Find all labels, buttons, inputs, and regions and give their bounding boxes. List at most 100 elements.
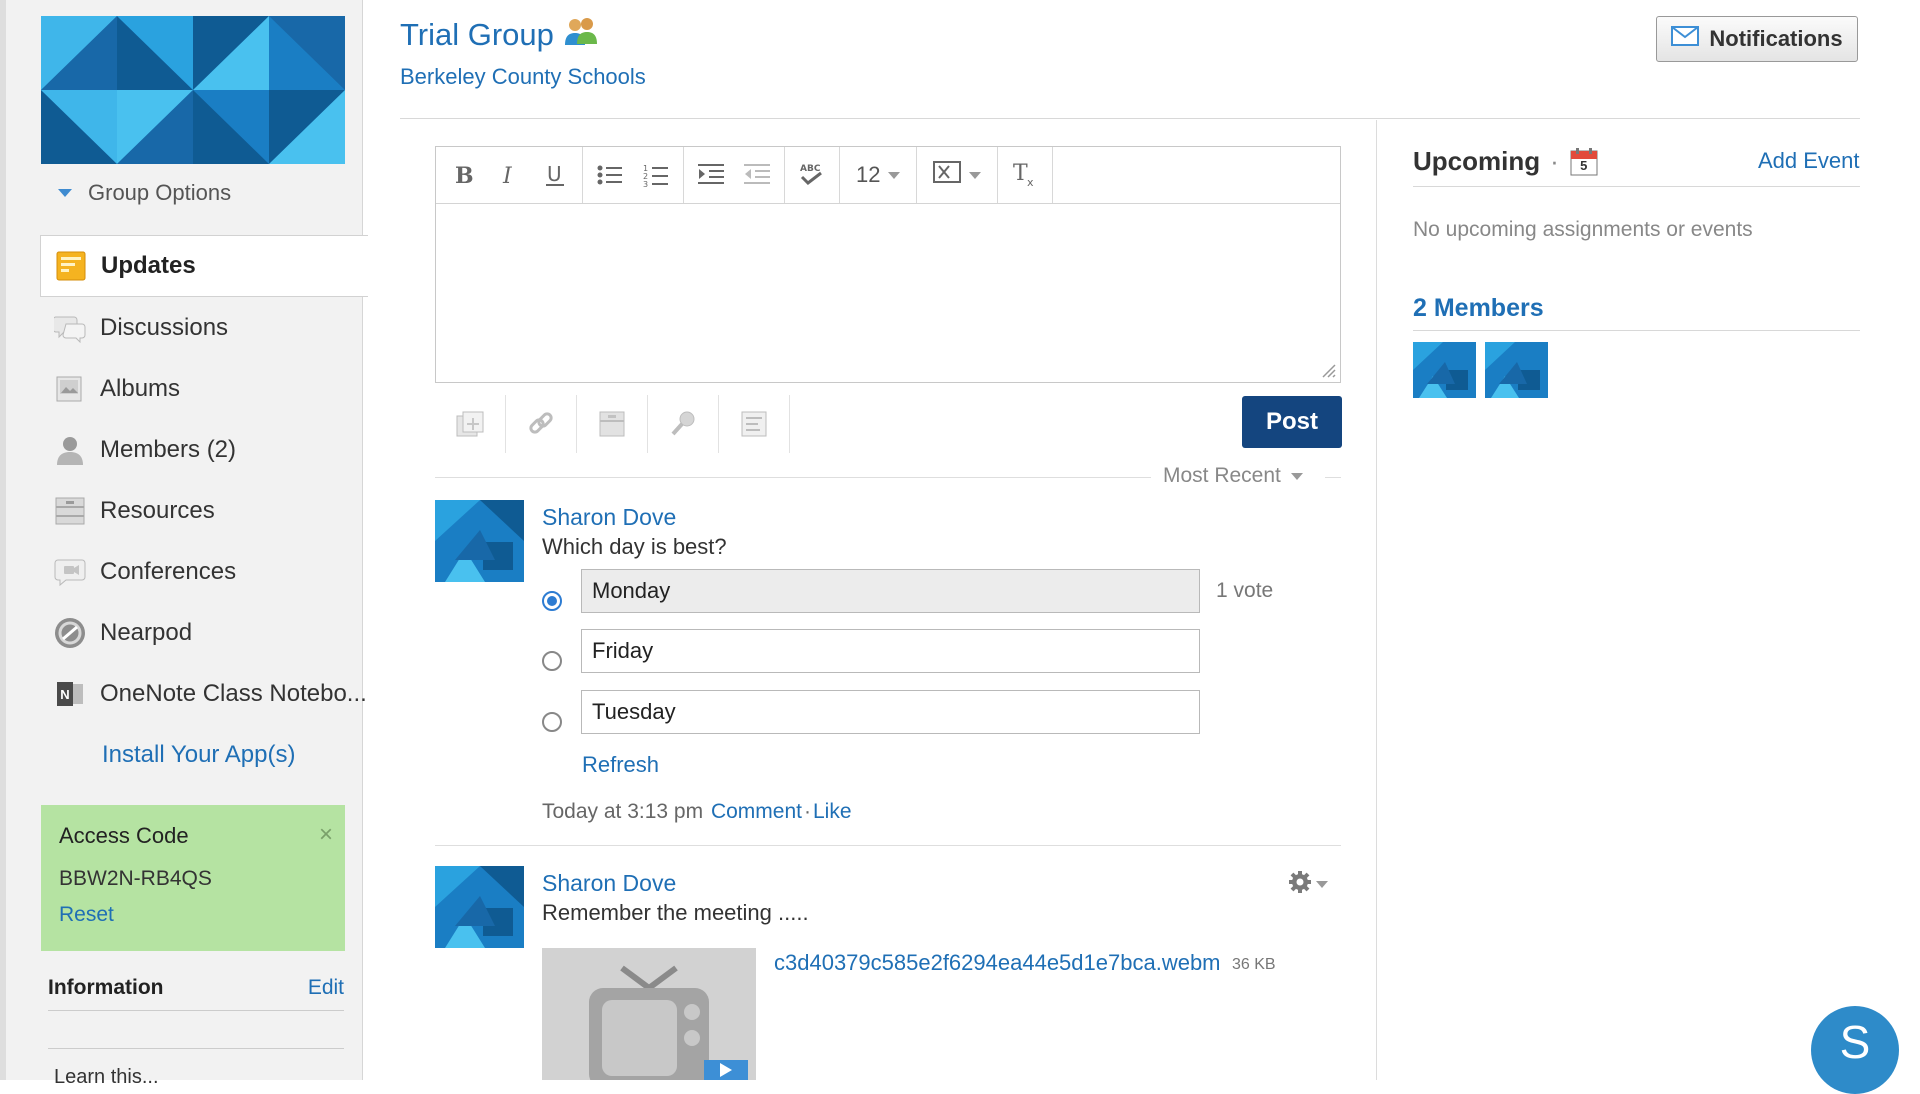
chevron-down-icon <box>888 171 901 179</box>
poll-radio[interactable] <box>542 651 562 671</box>
spell-check-icon[interactable]: ABC <box>795 158 829 192</box>
sidebar-item-discussions[interactable]: Discussions <box>40 297 368 358</box>
page-title: Trial Group <box>400 16 598 54</box>
upcoming-empty-text: No upcoming assignments or events <box>1413 218 1753 241</box>
sidebar-item-members[interactable]: Members (2) <box>40 419 368 480</box>
numbered-list-icon[interactable]: 123 <box>639 158 673 192</box>
poll-option-label[interactable]: Tuesday <box>581 690 1200 734</box>
svg-text:N: N <box>60 687 69 702</box>
school-link[interactable]: Berkeley County Schools <box>400 64 646 90</box>
avatar[interactable] <box>435 500 524 582</box>
video-thumbnail[interactable] <box>542 948 756 1080</box>
sidebar-item-onenote[interactable]: N OneNote Class Notebo... <box>40 663 368 724</box>
divider <box>1413 330 1860 331</box>
poll-radio[interactable] <box>542 712 562 732</box>
toolbar-group-spell: ABC <box>785 147 840 203</box>
post-editor: B I U 123 ABC 12 Tx <box>435 146 1341 383</box>
svg-text:T: T <box>1013 162 1028 186</box>
indent-icon[interactable] <box>694 158 728 192</box>
svg-text:I: I <box>502 164 513 186</box>
post-text: Which day is best? <box>542 534 727 559</box>
toolbar-group-size: 12 <box>840 147 918 203</box>
group-options-toggle[interactable]: Group Options <box>58 180 231 206</box>
poll-radio[interactable] <box>542 591 562 611</box>
poll-option: Tuesday <box>542 690 1200 734</box>
add-link-icon[interactable] <box>506 395 577 453</box>
information-text: Learn this... <box>54 1066 159 1088</box>
chevron-down-icon <box>1316 881 1328 888</box>
upcoming-title: Upcoming · 5 <box>1413 146 1599 177</box>
upcoming-label: Upcoming <box>1413 146 1541 176</box>
insert-dropdown[interactable] <box>927 161 987 189</box>
svg-text:B: B <box>455 164 473 186</box>
post-timestamp: Today at 3:13 pm <box>542 800 704 823</box>
post-text-area[interactable] <box>436 204 1340 382</box>
toolbar-group-insert <box>917 147 999 203</box>
microphone-icon[interactable] <box>648 395 719 453</box>
comment-link[interactable]: Comment <box>711 800 802 823</box>
group-logo <box>41 16 345 164</box>
outdent-icon[interactable] <box>740 158 774 192</box>
install-apps-label: Install Your App(s) <box>102 740 296 768</box>
sort-label: Most Recent <box>1163 464 1281 487</box>
chat-launcher-button[interactable]: S <box>1811 1006 1899 1094</box>
radio-selected-dot <box>547 596 557 606</box>
poll-refresh-link[interactable]: Refresh <box>582 752 659 778</box>
members-icon <box>54 434 86 466</box>
nearpod-icon <box>54 617 86 649</box>
bulleted-list-icon[interactable] <box>593 158 627 192</box>
sidebar-item-label: Resources <box>100 496 215 524</box>
member-avatar[interactable] <box>1485 342 1548 398</box>
member-avatar[interactable] <box>1413 342 1476 398</box>
toolbar-group-lists: 123 <box>583 147 684 203</box>
poll-option: Friday <box>542 629 1200 673</box>
avatar[interactable] <box>435 866 524 948</box>
notifications-button[interactable]: Notifications <box>1656 16 1858 62</box>
access-code-reset-link[interactable]: Reset <box>59 903 327 927</box>
svg-text:U: U <box>547 163 562 186</box>
divider <box>1413 186 1860 187</box>
poll-option: Monday 1 vote <box>542 569 1273 613</box>
poll-option-label[interactable]: Monday <box>581 569 1200 613</box>
envelope-icon <box>1671 26 1700 52</box>
bold-icon[interactable]: B <box>446 158 480 192</box>
chevron-down-icon <box>58 189 72 197</box>
information-edit-link[interactable]: Edit <box>308 976 344 1000</box>
members-title[interactable]: 2 Members <box>1413 294 1544 323</box>
font-size-select[interactable]: 12 <box>850 162 906 188</box>
svg-text:x: x <box>1027 176 1034 188</box>
sidebar-item-conferences[interactable]: Conferences <box>40 541 368 602</box>
sidebar-item-label: OneNote Class Notebo... <box>100 679 367 707</box>
post-button[interactable]: Post <box>1242 396 1342 448</box>
clear-formatting-icon[interactable]: Tx <box>1008 158 1042 192</box>
sidebar-item-nearpod[interactable]: Nearpod <box>40 602 368 663</box>
resize-handle-icon[interactable] <box>1320 362 1336 378</box>
divider <box>435 845 1341 846</box>
like-link[interactable]: Like <box>813 800 852 823</box>
add-file-icon[interactable] <box>435 395 506 453</box>
poll-option-label[interactable]: Friday <box>581 629 1200 673</box>
post-options-menu[interactable] <box>1288 870 1328 899</box>
italic-icon[interactable]: I <box>492 158 526 192</box>
chevron-down-icon <box>1290 472 1303 480</box>
sidebar-item-albums[interactable]: Albums <box>40 358 368 419</box>
sort-dropdown[interactable]: Most Recent <box>1163 464 1303 488</box>
chat-initial: S <box>1839 1016 1871 1068</box>
underline-icon[interactable]: U <box>538 158 572 192</box>
post-author-link[interactable]: Sharon Dove <box>542 870 676 897</box>
attachment-file-link[interactable]: c3d40379c585e2f6294ea44e5d1e7bca.webm <box>774 950 1221 976</box>
add-poll-icon[interactable] <box>719 395 790 453</box>
close-icon[interactable]: × <box>319 821 333 849</box>
post-author-link[interactable]: Sharon Dove <box>542 504 676 531</box>
add-event-link[interactable]: Add Event <box>1758 148 1860 174</box>
sidebar-item-label: Albums <box>100 374 181 402</box>
add-resource-icon[interactable] <box>577 395 648 453</box>
install-apps-link[interactable]: Install Your App(s) <box>40 724 368 785</box>
sidebar-item-label: Discussions <box>100 313 229 341</box>
sidebar-item-updates[interactable]: Updates <box>40 235 368 297</box>
insert-icon <box>933 161 962 189</box>
sidebar-item-resources[interactable]: Resources <box>40 480 368 541</box>
sidebar-item-label: Conferences <box>100 557 237 585</box>
group-icon <box>564 16 598 54</box>
divider <box>1376 120 1377 1080</box>
